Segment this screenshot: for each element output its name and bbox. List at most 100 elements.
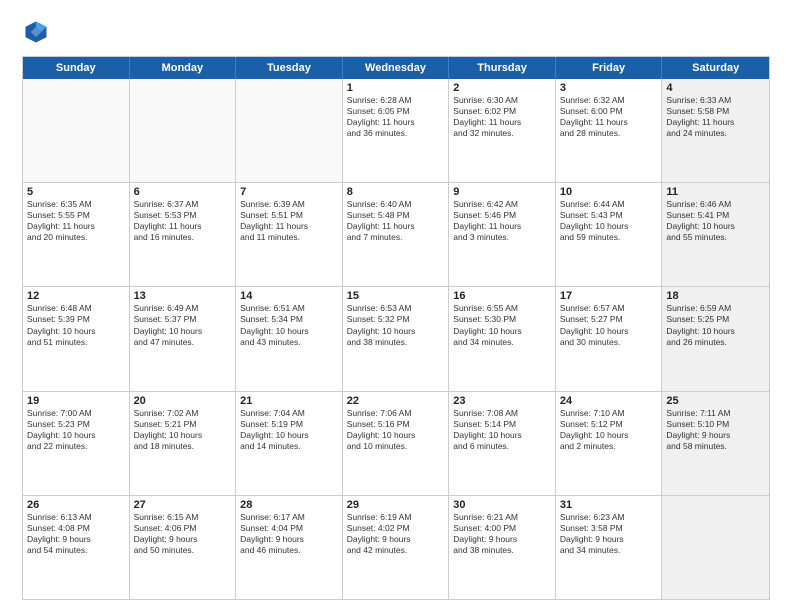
calendar-cell: 18Sunrise: 6:59 AM Sunset: 5:25 PM Dayli… [662, 287, 769, 390]
weekday-header-thursday: Thursday [449, 57, 556, 79]
header [22, 18, 770, 46]
calendar-cell: 9Sunrise: 6:42 AM Sunset: 5:46 PM Daylig… [449, 183, 556, 286]
cell-content: Sunrise: 6:17 AM Sunset: 4:04 PM Dayligh… [240, 512, 338, 556]
day-number: 31 [560, 499, 658, 511]
logo [22, 18, 54, 46]
calendar-cell: 24Sunrise: 7:10 AM Sunset: 5:12 PM Dayli… [556, 392, 663, 495]
day-number: 7 [240, 186, 338, 198]
cell-content: Sunrise: 6:35 AM Sunset: 5:55 PM Dayligh… [27, 199, 125, 243]
cell-content: Sunrise: 6:44 AM Sunset: 5:43 PM Dayligh… [560, 199, 658, 243]
calendar-cell [23, 79, 130, 182]
calendar-cell [236, 79, 343, 182]
cell-content: Sunrise: 7:06 AM Sunset: 5:16 PM Dayligh… [347, 408, 445, 452]
day-number: 25 [666, 395, 765, 407]
day-number: 24 [560, 395, 658, 407]
calendar-cell: 29Sunrise: 6:19 AM Sunset: 4:02 PM Dayli… [343, 496, 450, 599]
day-number: 2 [453, 82, 551, 94]
calendar-cell: 23Sunrise: 7:08 AM Sunset: 5:14 PM Dayli… [449, 392, 556, 495]
day-number: 1 [347, 82, 445, 94]
calendar-cell: 14Sunrise: 6:51 AM Sunset: 5:34 PM Dayli… [236, 287, 343, 390]
calendar-cell: 7Sunrise: 6:39 AM Sunset: 5:51 PM Daylig… [236, 183, 343, 286]
calendar-header: SundayMondayTuesdayWednesdayThursdayFrid… [23, 57, 769, 79]
cell-content: Sunrise: 7:02 AM Sunset: 5:21 PM Dayligh… [134, 408, 232, 452]
weekday-header-sunday: Sunday [23, 57, 130, 79]
weekday-header-wednesday: Wednesday [343, 57, 450, 79]
cell-content: Sunrise: 7:08 AM Sunset: 5:14 PM Dayligh… [453, 408, 551, 452]
calendar-cell: 26Sunrise: 6:13 AM Sunset: 4:08 PM Dayli… [23, 496, 130, 599]
cell-content: Sunrise: 6:42 AM Sunset: 5:46 PM Dayligh… [453, 199, 551, 243]
calendar-cell: 6Sunrise: 6:37 AM Sunset: 5:53 PM Daylig… [130, 183, 237, 286]
cell-content: Sunrise: 6:49 AM Sunset: 5:37 PM Dayligh… [134, 303, 232, 347]
cell-content: Sunrise: 6:51 AM Sunset: 5:34 PM Dayligh… [240, 303, 338, 347]
calendar: SundayMondayTuesdayWednesdayThursdayFrid… [22, 56, 770, 600]
calendar-cell: 5Sunrise: 6:35 AM Sunset: 5:55 PM Daylig… [23, 183, 130, 286]
calendar-cell: 8Sunrise: 6:40 AM Sunset: 5:48 PM Daylig… [343, 183, 450, 286]
calendar-cell: 19Sunrise: 7:00 AM Sunset: 5:23 PM Dayli… [23, 392, 130, 495]
calendar-cell: 28Sunrise: 6:17 AM Sunset: 4:04 PM Dayli… [236, 496, 343, 599]
cell-content: Sunrise: 6:40 AM Sunset: 5:48 PM Dayligh… [347, 199, 445, 243]
weekday-header-tuesday: Tuesday [236, 57, 343, 79]
calendar-cell: 21Sunrise: 7:04 AM Sunset: 5:19 PM Dayli… [236, 392, 343, 495]
day-number: 4 [666, 82, 765, 94]
cell-content: Sunrise: 7:10 AM Sunset: 5:12 PM Dayligh… [560, 408, 658, 452]
calendar-body: 1Sunrise: 6:28 AM Sunset: 6:05 PM Daylig… [23, 79, 769, 599]
day-number: 21 [240, 395, 338, 407]
weekday-header-saturday: Saturday [662, 57, 769, 79]
calendar-cell: 4Sunrise: 6:33 AM Sunset: 5:58 PM Daylig… [662, 79, 769, 182]
calendar-cell: 16Sunrise: 6:55 AM Sunset: 5:30 PM Dayli… [449, 287, 556, 390]
calendar-cell [662, 496, 769, 599]
calendar-cell: 30Sunrise: 6:21 AM Sunset: 4:00 PM Dayli… [449, 496, 556, 599]
day-number: 23 [453, 395, 551, 407]
cell-content: Sunrise: 6:13 AM Sunset: 4:08 PM Dayligh… [27, 512, 125, 556]
day-number: 30 [453, 499, 551, 511]
calendar-cell: 22Sunrise: 7:06 AM Sunset: 5:16 PM Dayli… [343, 392, 450, 495]
calendar-cell: 27Sunrise: 6:15 AM Sunset: 4:06 PM Dayli… [130, 496, 237, 599]
weekday-header-friday: Friday [556, 57, 663, 79]
cell-content: Sunrise: 6:57 AM Sunset: 5:27 PM Dayligh… [560, 303, 658, 347]
cell-content: Sunrise: 6:53 AM Sunset: 5:32 PM Dayligh… [347, 303, 445, 347]
cell-content: Sunrise: 6:48 AM Sunset: 5:39 PM Dayligh… [27, 303, 125, 347]
calendar-cell: 17Sunrise: 6:57 AM Sunset: 5:27 PM Dayli… [556, 287, 663, 390]
calendar-cell: 11Sunrise: 6:46 AM Sunset: 5:41 PM Dayli… [662, 183, 769, 286]
day-number: 13 [134, 290, 232, 302]
day-number: 18 [666, 290, 765, 302]
calendar-row-3: 12Sunrise: 6:48 AM Sunset: 5:39 PM Dayli… [23, 287, 769, 391]
cell-content: Sunrise: 6:59 AM Sunset: 5:25 PM Dayligh… [666, 303, 765, 347]
calendar-row-2: 5Sunrise: 6:35 AM Sunset: 5:55 PM Daylig… [23, 183, 769, 287]
page: SundayMondayTuesdayWednesdayThursdayFrid… [0, 0, 792, 612]
calendar-cell: 12Sunrise: 6:48 AM Sunset: 5:39 PM Dayli… [23, 287, 130, 390]
day-number: 11 [666, 186, 765, 198]
cell-content: Sunrise: 6:33 AM Sunset: 5:58 PM Dayligh… [666, 95, 765, 139]
cell-content: Sunrise: 6:32 AM Sunset: 6:00 PM Dayligh… [560, 95, 658, 139]
cell-content: Sunrise: 7:00 AM Sunset: 5:23 PM Dayligh… [27, 408, 125, 452]
day-number: 5 [27, 186, 125, 198]
day-number: 10 [560, 186, 658, 198]
calendar-cell: 3Sunrise: 6:32 AM Sunset: 6:00 PM Daylig… [556, 79, 663, 182]
day-number: 8 [347, 186, 445, 198]
day-number: 28 [240, 499, 338, 511]
day-number: 6 [134, 186, 232, 198]
calendar-cell: 13Sunrise: 6:49 AM Sunset: 5:37 PM Dayli… [130, 287, 237, 390]
calendar-cell: 31Sunrise: 6:23 AM Sunset: 3:58 PM Dayli… [556, 496, 663, 599]
cell-content: Sunrise: 7:04 AM Sunset: 5:19 PM Dayligh… [240, 408, 338, 452]
cell-content: Sunrise: 6:30 AM Sunset: 6:02 PM Dayligh… [453, 95, 551, 139]
calendar-cell: 15Sunrise: 6:53 AM Sunset: 5:32 PM Dayli… [343, 287, 450, 390]
calendar-cell: 2Sunrise: 6:30 AM Sunset: 6:02 PM Daylig… [449, 79, 556, 182]
cell-content: Sunrise: 6:19 AM Sunset: 4:02 PM Dayligh… [347, 512, 445, 556]
day-number: 26 [27, 499, 125, 511]
calendar-cell: 25Sunrise: 7:11 AM Sunset: 5:10 PM Dayli… [662, 392, 769, 495]
cell-content: Sunrise: 6:28 AM Sunset: 6:05 PM Dayligh… [347, 95, 445, 139]
calendar-cell: 20Sunrise: 7:02 AM Sunset: 5:21 PM Dayli… [130, 392, 237, 495]
cell-content: Sunrise: 6:23 AM Sunset: 3:58 PM Dayligh… [560, 512, 658, 556]
day-number: 27 [134, 499, 232, 511]
calendar-cell [130, 79, 237, 182]
day-number: 14 [240, 290, 338, 302]
day-number: 12 [27, 290, 125, 302]
cell-content: Sunrise: 7:11 AM Sunset: 5:10 PM Dayligh… [666, 408, 765, 452]
cell-content: Sunrise: 6:39 AM Sunset: 5:51 PM Dayligh… [240, 199, 338, 243]
calendar-row-4: 19Sunrise: 7:00 AM Sunset: 5:23 PM Dayli… [23, 392, 769, 496]
weekday-header-monday: Monday [130, 57, 237, 79]
day-number: 3 [560, 82, 658, 94]
calendar-row-1: 1Sunrise: 6:28 AM Sunset: 6:05 PM Daylig… [23, 79, 769, 183]
day-number: 19 [27, 395, 125, 407]
